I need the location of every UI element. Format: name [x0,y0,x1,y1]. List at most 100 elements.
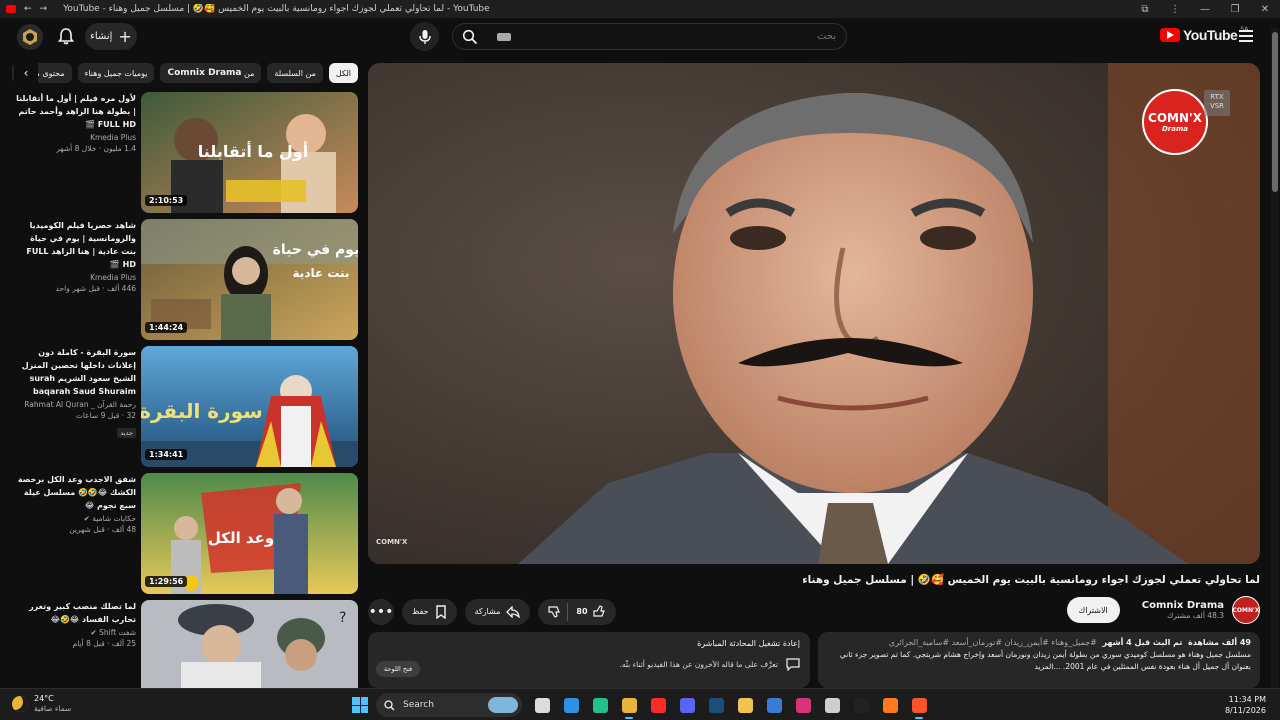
taskbar-search-icon [384,699,395,710]
video-meta: 446 ألف · قبل شهر واحد [55,284,136,293]
duration-badge: 1:29:56 [145,576,188,587]
hashtags[interactable]: #جميل_وهناء #أيمن_زيدان #نورمان_أسعد #سا… [889,638,1097,647]
windows-start-icon[interactable] [352,697,368,713]
channel-name-main[interactable]: Comnix Drama [1142,600,1224,611]
greenapp-taskbar-button[interactable] [588,693,612,717]
youtube-header: إنشاء + YouTube SA [0,18,1280,56]
discord-icon [679,697,695,713]
search-button[interactable] [453,24,487,49]
notifications-icon[interactable] [56,26,76,46]
close-button[interactable]: ✕ [1250,4,1280,15]
save-button[interactable]: حفظ [402,598,457,625]
chip-from-series[interactable]: من السلسلة [267,63,323,83]
share-button[interactable]: مشاركة [464,598,531,625]
keyboard-icon[interactable] [497,32,511,41]
chip-series-diaries[interactable]: يوميات جميل وهناء [77,63,155,83]
steam-taskbar-button[interactable] [704,693,728,717]
guide-menu-icon[interactable] [1239,30,1253,42]
chip-from-channel[interactable]: من Comnix Drama [160,63,262,83]
youtube-play-icon [1160,28,1180,42]
chrome-icon [621,697,637,713]
list-item[interactable]: وعد الكل 1:29:56 شفق الاجدب وعد الكل برخ… [14,473,358,595]
like-count: 80 [576,607,588,616]
chip-all[interactable]: الكل [328,63,358,83]
obs-taskbar-button[interactable] [820,693,844,717]
channel-watermark-logo: COMN'X Drama [1142,89,1208,155]
back-icon[interactable]: ← [24,4,32,14]
like-button[interactable]: 80 [567,602,605,621]
account-avatar[interactable] [17,24,43,50]
chevron-left-icon[interactable]: ‹ [14,62,38,84]
store-icon [563,697,579,713]
subscribe-button[interactable]: الاشتراك [1066,597,1120,623]
channel-name[interactable]: حكايات شامية ✔ [14,514,136,523]
chrome-taskbar-button[interactable] [617,693,641,719]
more-actions-button[interactable]: ••• [368,598,394,625]
watermark-logo-sub: Drama [1161,125,1188,133]
brave-taskbar-button[interactable] [907,693,931,719]
video-title[interactable]: لأول مره فيلم | أول ما أتقابلنا | بطولة … [14,92,136,131]
video-description[interactable]: 49 ألف مشاهدة تم البث قبل 4 أشهر #جميل_و… [818,632,1260,688]
store-taskbar-button[interactable] [559,693,583,717]
channel-name[interactable]: Kmedia Plus [14,133,136,142]
discord-taskbar-button[interactable] [675,693,699,717]
video-player[interactable]: COMN'X Drama RTX VSR COMN'X [368,63,1260,564]
video-thumbnail[interactable]: ? [141,600,358,688]
open-panel-button[interactable]: فتح اللوحة [376,661,421,677]
dislike-icon[interactable] [548,605,561,618]
video-title[interactable]: سورة البقرة - كاملة دون إعلانات داخلها ت… [14,346,136,398]
live-chat-replay: إعادة تشغيل المحادثة المباشرة تعرَّف على… [368,632,810,688]
tab-title: YouTube - لما تحاولي تعملي لجوزك اجواء ر… [63,4,490,14]
taskbar-search[interactable]: Search [376,693,522,717]
system-clock[interactable]: 11:34 PM 8/11/2026 [1225,694,1266,716]
app-w-taskbar-button[interactable] [762,693,786,717]
video-info: لأول مره فيلم | أول ما أتقابلنا | بطولة … [14,92,136,153]
list-item[interactable]: يوم في حياة بنت عادية 1:44:24 شاهد حصريا… [14,219,358,341]
save-label: حفظ [412,607,429,616]
maximize-button[interactable]: ❐ [1220,4,1250,15]
voice-search-button[interactable] [410,22,439,51]
create-button[interactable]: إنشاء + [85,23,137,50]
chip-from-channel-prefix: من [244,68,255,78]
search-input[interactable] [511,31,846,42]
video-info: لما تصلك منصب كبير وتغرر تحارب الفساد 😂🤣… [14,600,136,648]
task-view-taskbar-button[interactable] [530,693,554,717]
folder-taskbar-button[interactable] [733,693,757,717]
task-view-icon [534,697,550,713]
list-item[interactable]: أول ما أتقابلنا 2:10:53 لأول مره فيلم | … [14,92,358,214]
youtube-logo[interactable]: YouTube SA [1160,26,1248,43]
extensions-icon[interactable]: ⧉ [1130,4,1160,15]
svg-text:بنت عادية: بنت عادية [293,266,350,280]
soundcloud-icon [882,697,898,713]
thumbnail-caption: أول ما أتقابلنا [198,141,308,161]
channel-name[interactable]: شفت Shift ✔ [14,628,136,637]
bookmark-icon [435,604,446,619]
list-item[interactable]: ? لما تصلك منصب كبير وتغرر تحارب الفساد … [14,600,358,688]
youtube-app-taskbar-button[interactable] [646,693,670,717]
list-item[interactable]: سورة البقرة 1:34:41 سورة البقرة - كاملة … [14,346,358,468]
forward-icon[interactable]: → [40,4,48,14]
svg-text:يوم في حياة: يوم في حياة [273,242,358,258]
video-title[interactable]: شفق الاجدب وعد الكل برخصة الكشك 😂🤣🤣 مسلس… [14,473,136,512]
scrollbar-thumb[interactable] [1272,32,1278,192]
browser-titlebar: ← → YouTube - لما تحاولي تعملي لجوزك اجو… [0,0,1280,18]
channel-avatar[interactable]: COMN'X [1232,596,1260,624]
tiktok-taskbar-button[interactable] [849,693,873,717]
owner-row: COMN'X Comnix Drama 48.3 ألف مشترك الاشت… [1066,596,1260,624]
minimize-button[interactable]: — [1190,4,1220,15]
page-scrollbar[interactable] [1271,28,1279,692]
browser-menu-icon[interactable]: ⋮ [1160,4,1190,15]
video-title[interactable]: لما تصلك منصب كبير وتغرر تحارب الفساد 😂🤣… [14,600,136,626]
weather-condition: سماء صافية [34,704,72,713]
weather-widget[interactable]: 24°C سماء صافية [12,694,71,714]
channel-name[interactable]: رحمة القرآن _ Rahmat Al Quran [14,400,136,409]
duration-badge: 1:44:24 [145,322,188,333]
search-highlight-icon [488,697,518,713]
live-chat-desc: تعرَّف على ما قاله الآخرون عن هذا الفيدي… [619,660,778,669]
instagram-taskbar-button[interactable] [791,693,815,717]
soundcloud-taskbar-button[interactable] [878,693,902,717]
related-filter-chips: الكل من السلسلة من Comnix Drama يوميات ج… [12,62,358,84]
watermark-logo-text: COMN'X [1148,111,1202,125]
channel-name[interactable]: Kmedia Plus [14,273,136,282]
video-title[interactable]: شاهد حصريا فيلم الكوميديا والرومانسية | … [14,219,136,271]
